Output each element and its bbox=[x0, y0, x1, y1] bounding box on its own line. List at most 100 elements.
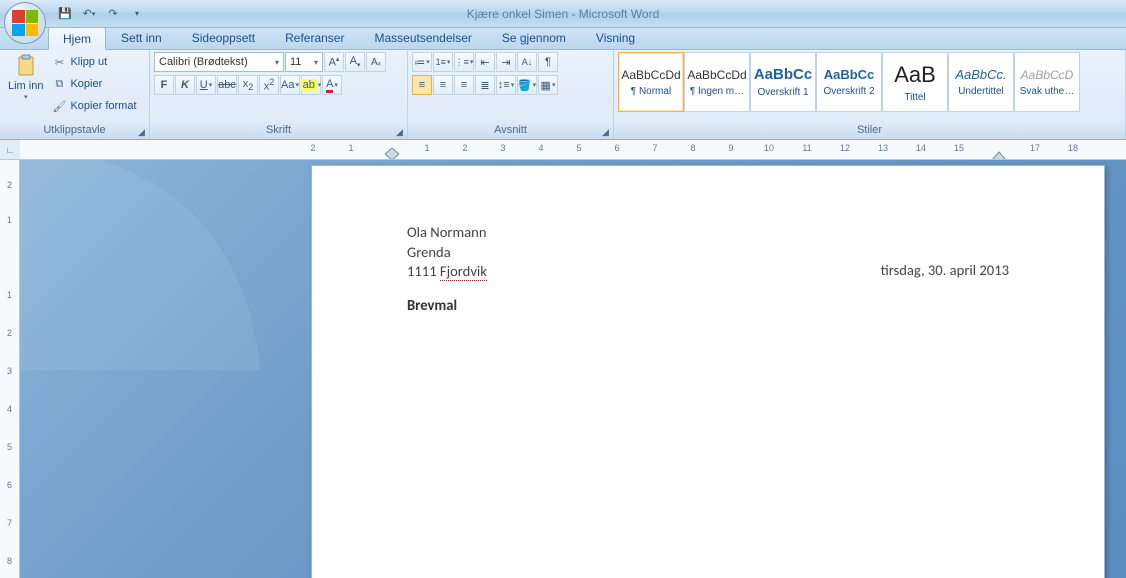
copy-icon: ⧉ bbox=[51, 76, 67, 92]
shading-button[interactable]: 🪣▾ bbox=[517, 75, 537, 95]
spelling-error: Fjordvik bbox=[440, 262, 487, 281]
decrease-indent-button[interactable]: ⇤ bbox=[475, 52, 495, 72]
strike-button[interactable]: abc bbox=[217, 75, 237, 95]
clear-format-button[interactable]: Aₓ bbox=[366, 52, 386, 72]
increase-indent-button[interactable]: ⇥ bbox=[496, 52, 516, 72]
undo-icon: ↶ bbox=[83, 7, 92, 20]
font-color-button[interactable]: A▾ bbox=[322, 75, 342, 95]
format-painter-button[interactable]: 🖌Kopier format bbox=[51, 96, 136, 116]
title-bar: 💾 ↶▾ ↷ ▾ Kjære onkel Simen - Microsoft W… bbox=[0, 0, 1126, 28]
bold-button[interactable]: F bbox=[154, 75, 174, 95]
tab-selector[interactable]: ∟ bbox=[0, 140, 20, 160]
paste-label: Lim inn bbox=[8, 80, 43, 92]
horizontal-ruler[interactable]: 2 1 1 2 3 4 5 6 7 8 9 10 11 12 13 14 15 bbox=[20, 140, 1126, 160]
sort-button[interactable]: A↓ bbox=[517, 52, 537, 72]
pilcrow-icon: ¶ bbox=[545, 56, 551, 68]
quick-access-toolbar: 💾 ↶▾ ↷ ▾ bbox=[56, 5, 146, 23]
indent-marker[interactable] bbox=[385, 148, 399, 160]
align-right-button[interactable]: ≡ bbox=[454, 75, 474, 95]
letter-heading: Brevmal bbox=[407, 296, 1009, 316]
superscript-icon: x2 bbox=[264, 77, 275, 93]
redo-button[interactable]: ↷ bbox=[104, 5, 122, 23]
line-spacing-button[interactable]: ↕≡▾ bbox=[496, 75, 516, 95]
subscript-icon: x2 bbox=[243, 78, 254, 92]
styles-gallery: AaBbCcDd¶ Normal AaBbCcDd¶ Ingen m… AaBb… bbox=[618, 52, 1080, 112]
group-paragraph-label: Avsnitt bbox=[494, 124, 527, 136]
tab-visning[interactable]: Visning bbox=[581, 26, 650, 49]
underline-button[interactable]: U▾ bbox=[196, 75, 216, 95]
numbering-button[interactable]: 1≡▾ bbox=[433, 52, 453, 72]
italic-button[interactable]: K bbox=[175, 75, 195, 95]
tab-masseutsendelser[interactable]: Masseutsendelser bbox=[359, 26, 486, 49]
style-heading2[interactable]: AaBbCcOverskrift 2 bbox=[816, 52, 882, 112]
borders-button[interactable]: ▦▾ bbox=[538, 75, 558, 95]
group-styles: AaBbCcDd¶ Normal AaBbCcDd¶ Ingen m… AaBb… bbox=[614, 50, 1126, 139]
sender-addr1: Grenda bbox=[407, 243, 1009, 263]
case-icon: Aa bbox=[281, 79, 294, 91]
align-center-button[interactable]: ≡ bbox=[433, 75, 453, 95]
right-indent-marker[interactable] bbox=[992, 148, 1006, 160]
page[interactable]: Ola Normann Grenda 1111 Fjordvik tirsdag… bbox=[311, 165, 1105, 578]
chevron-down-icon: ▾ bbox=[135, 9, 139, 18]
font-size-combo[interactable]: 11▾ bbox=[285, 52, 323, 72]
multilevel-icon: ⋮≡ bbox=[455, 57, 469, 68]
superscript-button[interactable]: x2 bbox=[259, 75, 279, 95]
window-title: Kjære onkel Simen - Microsoft Word bbox=[0, 7, 1126, 21]
tab-sett-inn[interactable]: Sett inn bbox=[106, 26, 177, 49]
font-color-icon: A bbox=[326, 78, 333, 93]
clipboard-launcher[interactable]: ◢ bbox=[136, 126, 147, 137]
outdent-icon: ⇤ bbox=[480, 56, 489, 69]
borders-icon: ▦ bbox=[541, 79, 551, 92]
sender-name: Ola Normann bbox=[407, 223, 1009, 243]
highlight-icon: ab bbox=[301, 79, 317, 91]
justify-icon: ≣ bbox=[480, 79, 489, 92]
group-font: Calibri (Brødtekst)▾ 11▾ A▴ A▾ Aₓ F K U▾… bbox=[150, 50, 408, 139]
shrink-font-button[interactable]: A▾ bbox=[345, 52, 365, 72]
font-launcher[interactable]: ◢ bbox=[394, 126, 405, 137]
grow-font-icon: A▴ bbox=[329, 55, 340, 69]
align-right-icon: ≡ bbox=[461, 79, 467, 91]
ribbon-tabs: Hjem Sett inn Sideoppsett Referanser Mas… bbox=[0, 28, 1126, 50]
change-case-button[interactable]: Aa▾ bbox=[280, 75, 300, 95]
group-paragraph: ≔▾ 1≡▾ ⋮≡▾ ⇤ ⇥ A↓ ¶ ≡ ≡ ≡ ≣ ↕≡▾ 🪣▾ ▦▾ Av… bbox=[408, 50, 614, 139]
style-normal[interactable]: AaBbCcDd¶ Normal bbox=[618, 52, 684, 112]
paste-button[interactable]: Lim inn▾ bbox=[4, 52, 47, 106]
align-left-icon: ≡ bbox=[419, 79, 425, 91]
subscript-button[interactable]: x2 bbox=[238, 75, 258, 95]
style-title[interactable]: AaBTittel bbox=[882, 52, 948, 112]
tab-se-gjennom[interactable]: Se gjennom bbox=[487, 26, 581, 49]
office-button[interactable] bbox=[4, 2, 46, 44]
style-no-spacing[interactable]: AaBbCcDd¶ Ingen m… bbox=[684, 52, 750, 112]
paste-icon bbox=[14, 54, 38, 78]
italic-icon: K bbox=[181, 79, 189, 91]
eraser-icon: Aₓ bbox=[371, 57, 381, 68]
tab-referanser[interactable]: Referanser bbox=[270, 26, 359, 49]
strike-icon: abc bbox=[218, 79, 236, 91]
justify-button[interactable]: ≣ bbox=[475, 75, 495, 95]
tab-hjem[interactable]: Hjem bbox=[48, 27, 106, 50]
document-area[interactable]: Ola Normann Grenda 1111 Fjordvik tirsdag… bbox=[20, 160, 1126, 578]
numbering-icon: 1≡ bbox=[436, 57, 446, 67]
group-font-label: Skrift bbox=[266, 124, 291, 136]
bullets-button[interactable]: ≔▾ bbox=[412, 52, 432, 72]
save-icon: 💾 bbox=[58, 7, 72, 20]
highlight-button[interactable]: ab▾ bbox=[301, 75, 321, 95]
paragraph-launcher[interactable]: ◢ bbox=[600, 126, 611, 137]
style-heading1[interactable]: AaBbCcOverskrift 1 bbox=[750, 52, 816, 112]
save-button[interactable]: 💾 bbox=[56, 5, 74, 23]
undo-button[interactable]: ↶▾ bbox=[80, 5, 98, 23]
multilevel-button[interactable]: ⋮≡▾ bbox=[454, 52, 474, 72]
style-emphasis[interactable]: AaBbCcDSvak uthe… bbox=[1014, 52, 1080, 112]
copy-button[interactable]: ⧉Kopier bbox=[51, 74, 136, 94]
align-left-button[interactable]: ≡ bbox=[412, 75, 432, 95]
qat-customize[interactable]: ▾ bbox=[128, 5, 146, 23]
tab-sideoppsett[interactable]: Sideoppsett bbox=[177, 26, 270, 49]
bucket-icon: 🪣 bbox=[518, 79, 532, 92]
sort-icon: A↓ bbox=[522, 57, 533, 67]
grow-font-button[interactable]: A▴ bbox=[324, 52, 344, 72]
show-marks-button[interactable]: ¶ bbox=[538, 52, 558, 72]
cut-button[interactable]: ✂Klipp ut bbox=[51, 52, 136, 72]
font-name-combo[interactable]: Calibri (Brødtekst)▾ bbox=[154, 52, 284, 72]
vertical-ruler[interactable]: ∟ 2 1 1 2 3 4 5 6 7 8 bbox=[0, 140, 20, 578]
style-subtitle[interactable]: AaBbCc.Undertittel bbox=[948, 52, 1014, 112]
